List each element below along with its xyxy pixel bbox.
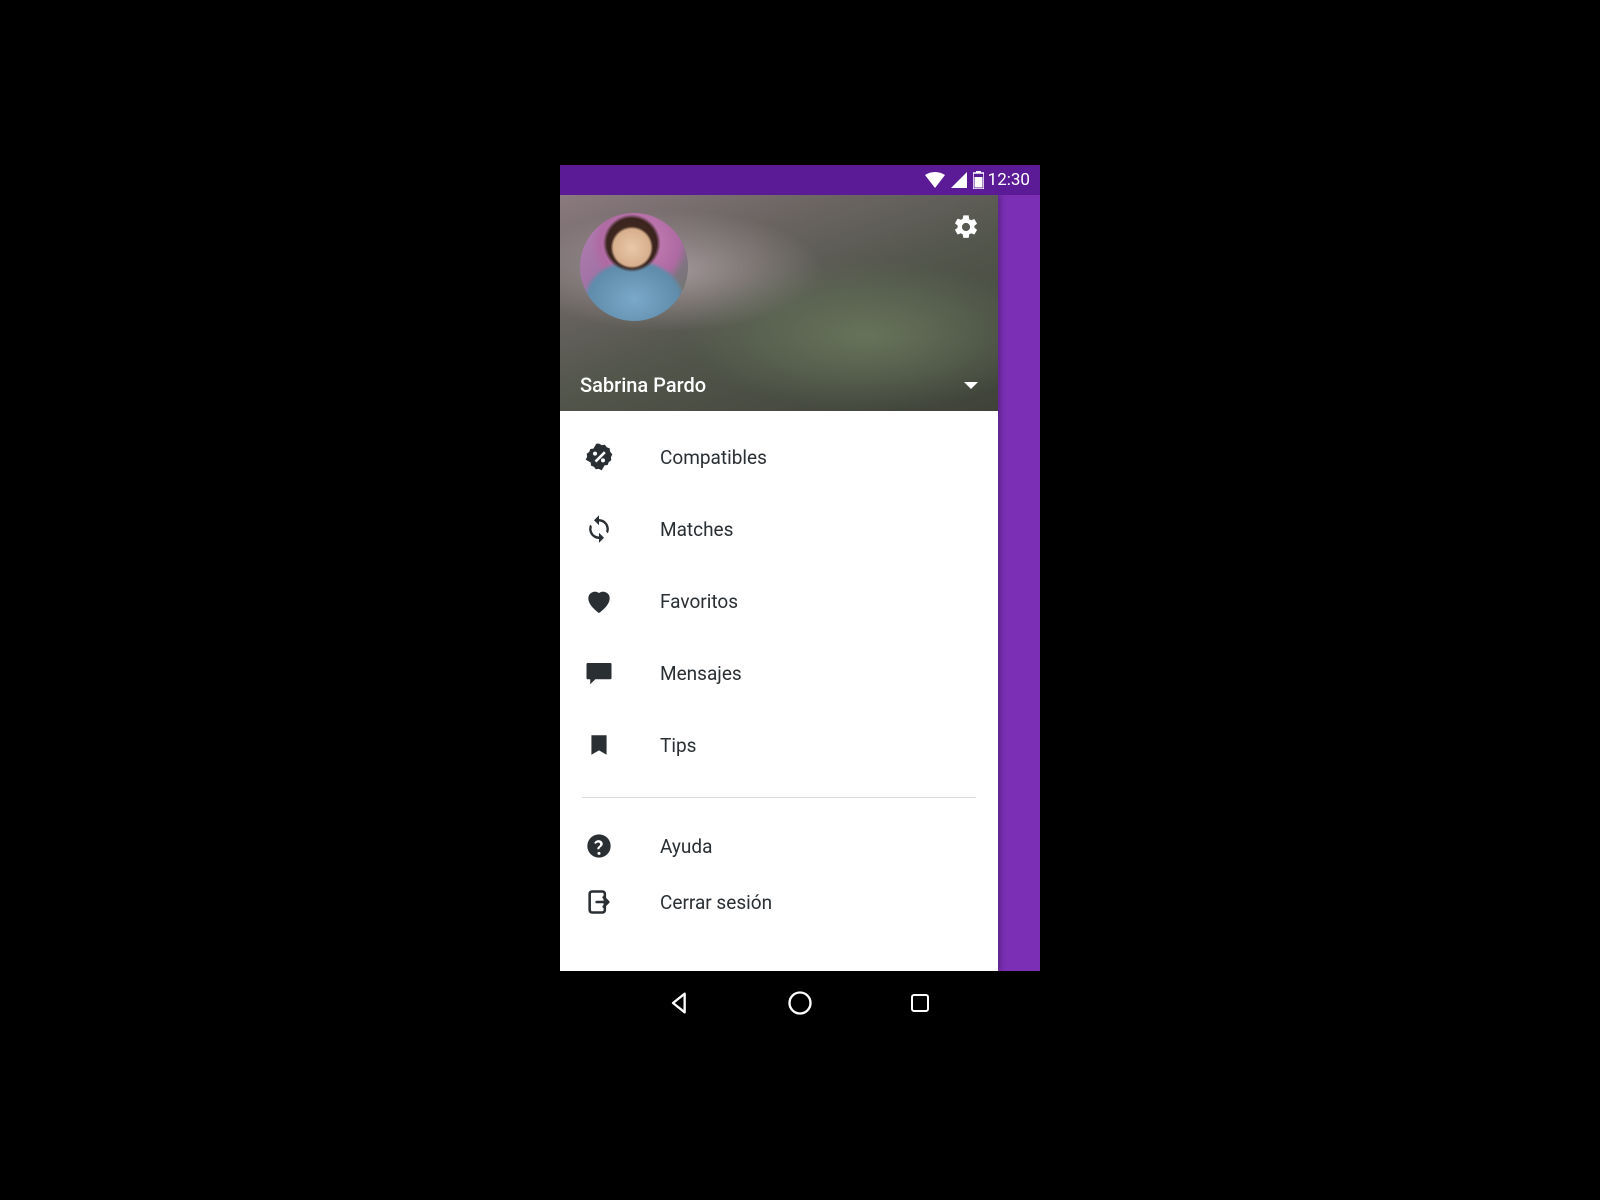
menu-label: Tips <box>660 734 696 757</box>
menu-item-logout[interactable]: Cerrar sesión <box>560 874 998 930</box>
percent-badge-icon <box>582 440 616 474</box>
menu: Compatibles Matches Favoritos <box>560 411 998 971</box>
menu-item-tips[interactable]: Tips <box>560 709 998 781</box>
recents-button[interactable] <box>898 981 942 1025</box>
avatar[interactable] <box>580 213 688 321</box>
account-row[interactable]: Sabrina Pardo <box>580 373 978 397</box>
help-icon <box>582 829 616 863</box>
phone-frame: 12:30 Sabrina Pardo Compatibles <box>560 165 1040 1035</box>
menu-item-favoritos[interactable]: Favoritos <box>560 565 998 637</box>
cell-signal-icon <box>951 172 967 188</box>
screen: Sabrina Pardo Compatibles Matches <box>560 195 1040 971</box>
menu-label: Cerrar sesión <box>660 891 772 914</box>
menu-item-mensajes[interactable]: Mensajes <box>560 637 998 709</box>
menu-label: Compatibles <box>660 446 767 469</box>
menu-bottom: Ayuda Cerrar sesión <box>560 814 998 930</box>
menu-item-compatibles[interactable]: Compatibles <box>560 421 998 493</box>
gear-icon <box>952 213 980 241</box>
menu-label: Mensajes <box>660 662 742 685</box>
chevron-down-icon <box>964 382 978 389</box>
settings-button[interactable] <box>946 207 986 247</box>
menu-label: Matches <box>660 518 733 541</box>
back-icon <box>666 989 694 1017</box>
nav-drawer: Sabrina Pardo Compatibles Matches <box>560 195 998 971</box>
menu-label: Favoritos <box>660 590 738 613</box>
menu-item-ayuda[interactable]: Ayuda <box>560 818 998 874</box>
divider <box>582 797 976 798</box>
android-navbar <box>560 971 1040 1035</box>
heart-icon <box>582 584 616 618</box>
drawer-header: Sabrina Pardo <box>560 195 998 411</box>
menu-item-matches[interactable]: Matches <box>560 493 998 565</box>
logout-icon <box>582 885 616 919</box>
battery-icon <box>973 171 984 189</box>
user-name: Sabrina Pardo <box>580 373 706 397</box>
status-time: 12:30 <box>988 170 1030 190</box>
wifi-icon <box>925 172 945 188</box>
back-button[interactable] <box>658 981 702 1025</box>
bookmark-icon <box>582 728 616 762</box>
home-icon <box>786 989 814 1017</box>
sync-icon <box>582 512 616 546</box>
chat-icon <box>582 656 616 690</box>
status-bar: 12:30 <box>560 165 1040 195</box>
menu-label: Ayuda <box>660 835 712 858</box>
status-icons <box>925 171 984 189</box>
recents-icon <box>908 991 932 1015</box>
home-button[interactable] <box>778 981 822 1025</box>
